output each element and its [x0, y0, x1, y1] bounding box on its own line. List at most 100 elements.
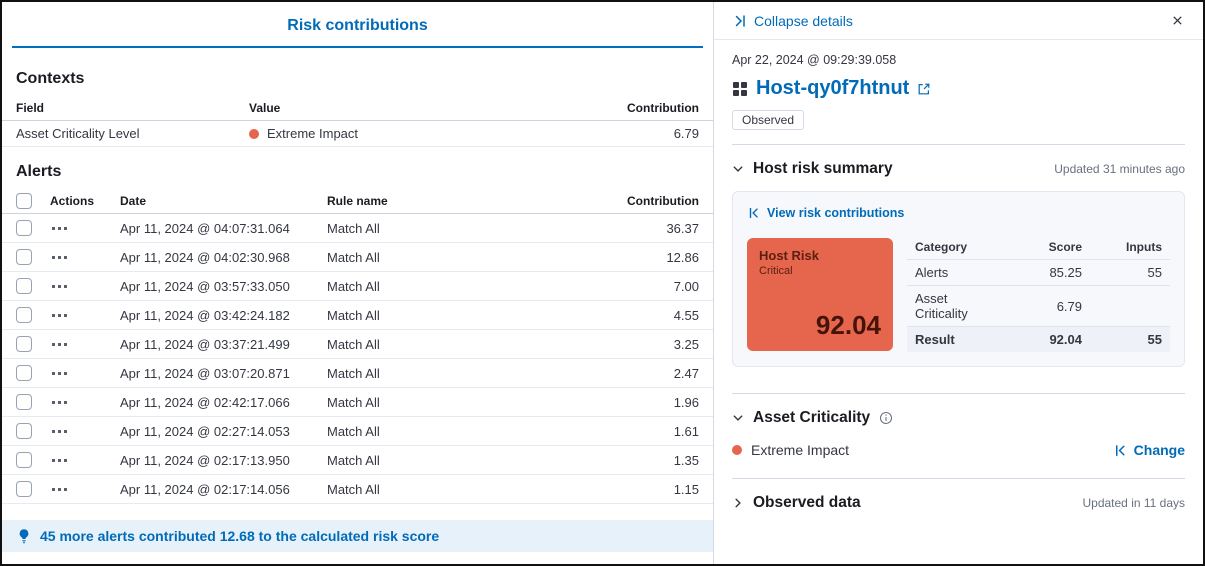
row-checkbox[interactable] — [16, 481, 32, 497]
actions-cell — [50, 427, 120, 436]
alerts-heading: Alerts — [16, 163, 699, 181]
alert-rule-name: Match All — [327, 221, 589, 236]
alert-row: Apr 11, 2024 @ 03:37:21.499 Match All 3.… — [2, 330, 713, 359]
checkbox-cell — [16, 452, 50, 468]
alert-date: Apr 11, 2024 @ 04:07:31.064 — [120, 221, 327, 236]
view-risk-contributions-label: View risk contributions — [767, 206, 904, 220]
col-field: Field — [16, 101, 249, 115]
actions-cell — [50, 369, 120, 378]
observed-data-toggle[interactable]: Observed data — [732, 494, 861, 512]
asset-criticality-row: Extreme Impact Change — [714, 438, 1203, 478]
alert-row: Apr 11, 2024 @ 02:17:13.950 Match All 1.… — [2, 446, 713, 475]
checkbox-cell — [16, 278, 50, 294]
alert-contribution: 1.35 — [589, 453, 699, 468]
alert-row: Apr 11, 2024 @ 03:42:24.182 Match All 4.… — [2, 301, 713, 330]
alert-contribution: 3.25 — [589, 337, 699, 352]
row-checkbox[interactable] — [16, 278, 32, 294]
grid-icon — [732, 81, 748, 97]
col-contribution: Contribution — [589, 194, 699, 208]
view-risk-contributions-link[interactable]: View risk contributions — [747, 206, 904, 220]
more-actions-icon[interactable] — [50, 340, 69, 349]
actions-cell — [50, 456, 120, 465]
chevron-right-icon — [732, 497, 744, 509]
alert-date: Apr 11, 2024 @ 03:42:24.182 — [120, 308, 327, 323]
score-inputs: 55 — [1082, 265, 1162, 280]
alert-date: Apr 11, 2024 @ 04:02:30.968 — [120, 250, 327, 265]
external-link-icon[interactable] — [917, 82, 931, 96]
more-actions-icon[interactable] — [50, 311, 69, 320]
alert-row: Apr 11, 2024 @ 03:07:20.871 Match All 2.… — [2, 359, 713, 388]
col-rule-name: Rule name — [327, 194, 589, 208]
info-icon[interactable] — [879, 411, 893, 425]
criticality-label: Extreme Impact — [267, 126, 358, 141]
score-value: 92.04 — [987, 332, 1082, 347]
alert-rule-name: Match All — [327, 308, 589, 323]
col-contribution: Contribution — [589, 101, 699, 115]
change-criticality-button[interactable]: Change — [1113, 442, 1185, 458]
col-category: Category — [915, 240, 987, 254]
alert-contribution: 4.55 — [589, 308, 699, 323]
collapse-details-button[interactable]: Collapse details — [732, 13, 853, 29]
row-checkbox[interactable] — [16, 452, 32, 468]
host-risk-summary-section: Host risk summary Updated 31 minutes ago — [714, 145, 1203, 189]
row-checkbox[interactable] — [16, 220, 32, 236]
contexts-table: Field Value Contribution Asset Criticali… — [2, 96, 713, 147]
alert-row: Apr 11, 2024 @ 04:07:31.064 Match All 36… — [2, 214, 713, 243]
host-risk-score-card: Host Risk Critical 92.04 — [747, 238, 893, 351]
row-checkbox[interactable] — [16, 365, 32, 381]
row-checkbox[interactable] — [16, 336, 32, 352]
alerts-table-header: Actions Date Rule name Contribution — [2, 189, 713, 214]
checkbox-cell — [16, 249, 50, 265]
alert-date: Apr 11, 2024 @ 02:42:17.066 — [120, 395, 327, 410]
chevron-down-icon — [732, 163, 744, 175]
close-icon[interactable] — [1168, 11, 1187, 30]
col-date: Date — [120, 194, 327, 208]
risk-updated-text: Updated 31 minutes ago — [1054, 162, 1185, 176]
more-actions-icon[interactable] — [50, 224, 69, 233]
actions-cell — [50, 340, 120, 349]
score-row-asset-criticality: Asset Criticality 6.79 — [907, 286, 1170, 327]
alert-rule-name: Match All — [327, 395, 589, 410]
alert-contribution: 36.37 — [589, 221, 699, 236]
score-row-result: Result 92.04 55 — [907, 327, 1170, 352]
criticality-dot — [249, 129, 259, 139]
host-name-link[interactable]: Host-qy0f7htnut — [756, 77, 909, 100]
more-actions-icon[interactable] — [50, 456, 69, 465]
row-checkbox[interactable] — [16, 394, 32, 410]
row-checkbox[interactable] — [16, 249, 32, 265]
more-actions-icon[interactable] — [50, 282, 69, 291]
more-actions-icon[interactable] — [50, 427, 69, 436]
lightbulb-icon — [16, 528, 32, 544]
row-checkbox[interactable] — [16, 423, 32, 439]
more-actions-icon[interactable] — [50, 485, 69, 494]
alert-rule-name: Match All — [327, 337, 589, 352]
alert-date: Apr 11, 2024 @ 03:07:20.871 — [120, 366, 327, 381]
context-value: Extreme Impact — [249, 126, 589, 141]
criticality-label: Extreme Impact — [751, 442, 849, 458]
more-actions-icon[interactable] — [50, 398, 69, 407]
asset-criticality-section: Asset Criticality — [714, 394, 1203, 438]
alert-contribution: 2.47 — [589, 366, 699, 381]
row-checkbox[interactable] — [16, 307, 32, 323]
more-actions-icon[interactable] — [50, 253, 69, 262]
alert-date: Apr 11, 2024 @ 02:27:14.053 — [120, 424, 327, 439]
more-actions-icon[interactable] — [50, 369, 69, 378]
actions-cell — [50, 253, 120, 262]
host-risk-summary-toggle[interactable]: Host risk summary — [732, 160, 893, 178]
alert-row: Apr 11, 2024 @ 02:27:14.053 Match All 1.… — [2, 417, 713, 446]
observed-data-section: Observed data Updated in 11 days — [714, 479, 1203, 523]
flyout-header: Collapse details — [714, 2, 1203, 40]
context-row: Asset Criticality Level Extreme Impact 6… — [2, 121, 713, 147]
asset-criticality-toggle[interactable]: Asset Criticality — [732, 409, 893, 427]
alert-rule-name: Match All — [327, 250, 589, 265]
asset-criticality-value: Extreme Impact — [732, 442, 849, 458]
risk-summary-body: Host Risk Critical 92.04 Category Score … — [747, 238, 1170, 352]
context-field: Asset Criticality Level — [16, 126, 249, 141]
panel-title: Risk contributions — [2, 2, 713, 46]
actions-cell — [50, 398, 120, 407]
select-all-checkbox[interactable] — [16, 193, 32, 209]
score-value: 6.79 — [987, 299, 1082, 314]
event-timestamp: Apr 22, 2024 @ 09:29:39.058 — [714, 40, 1203, 67]
title-underline — [12, 46, 703, 48]
observed-data-heading: Observed data — [753, 494, 861, 512]
